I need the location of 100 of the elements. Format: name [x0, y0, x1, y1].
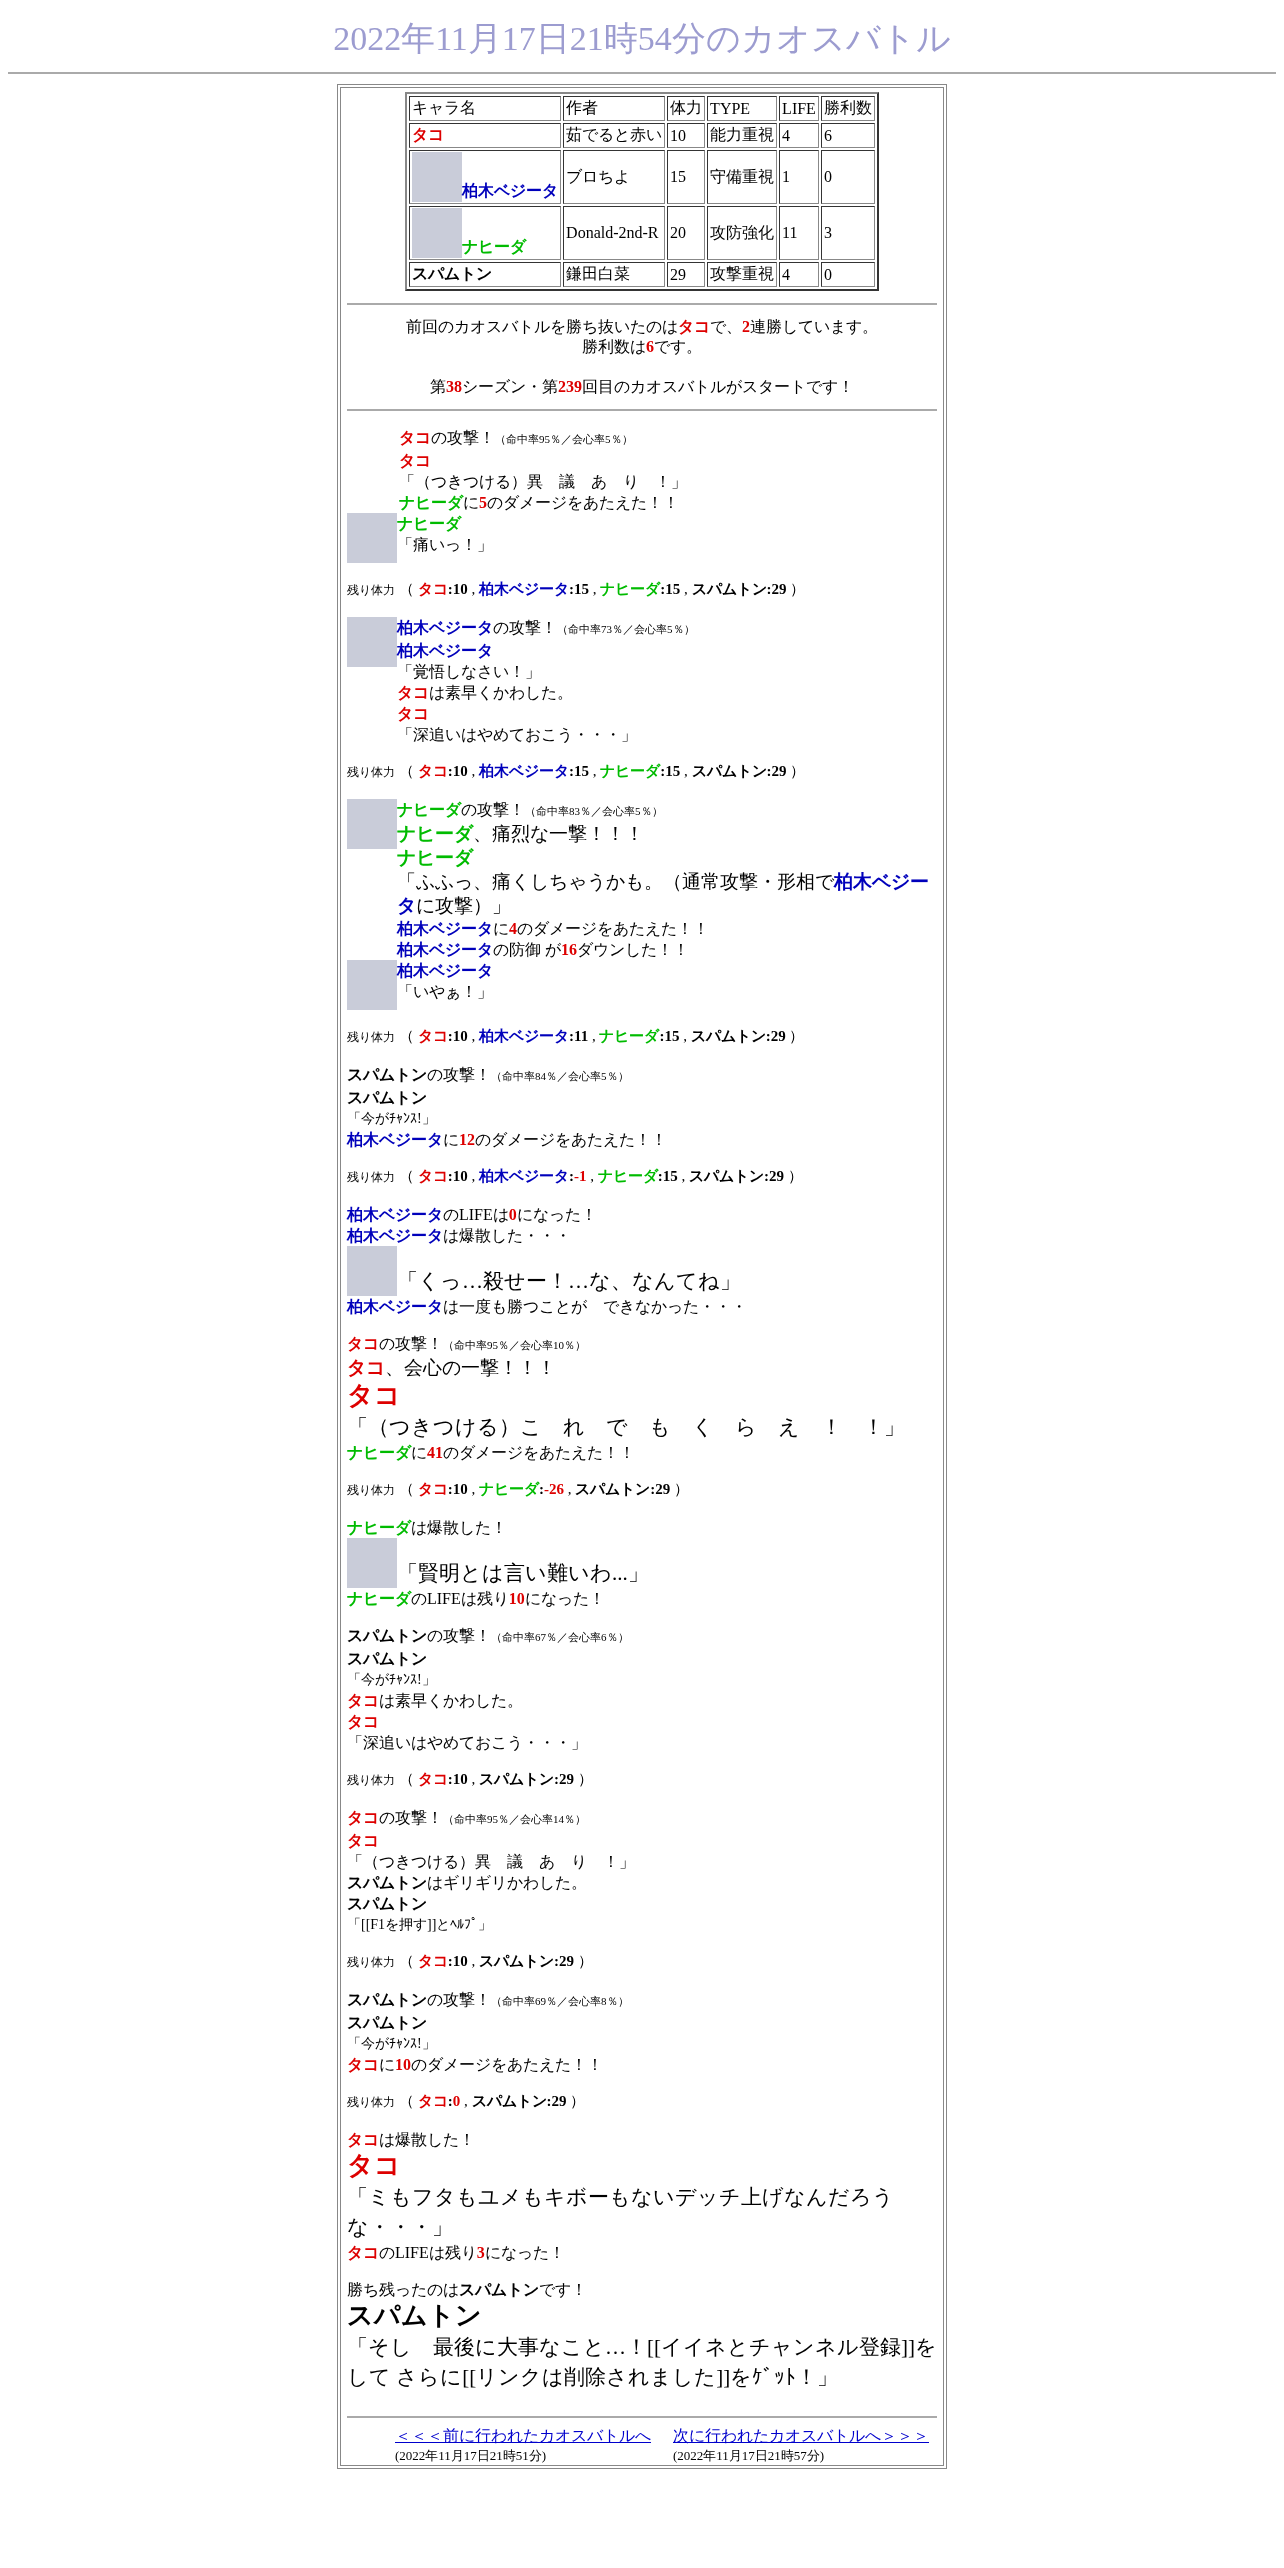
log-line: 「覚悟しなさい！」 [397, 662, 542, 682]
remaining-hp-line: 残り体力 （ タコ:10 , 柏木ベジータ:11 , ナヒーダ:15 , スパムトン:29 ） [347, 1027, 806, 1046]
character-name: スパムトン [412, 264, 493, 284]
log-line: ナヒーダ、痛烈な一撃！！！ [397, 822, 645, 846]
remaining-hp-line: 残り体力 （ タコ:10 , スパムトン:29 ） [347, 1770, 594, 1789]
column-header: 勝利数 [820, 96, 875, 121]
table-cell: 攻撃重視 [707, 262, 778, 287]
log-line: 「痛いっ！」 [397, 535, 494, 555]
log-line: 「ふふっ、痛くしちゃうかも。（通常攻撃・形相で柏木ベジータ に攻撃）」 [397, 870, 930, 918]
speech-line: 「ミもフタもユメもキボーもないデッチ上げなんだろうな・・・」 [347, 2184, 895, 2241]
remaining-hp-line: 残り体力 （ タコ:10 , ナヒーダ:-26 , スパムトン:29 ） [347, 1480, 690, 1499]
avatar-placeholder [347, 960, 397, 1010]
battle-nav-link[interactable]: 次に行われたカオスバトルへ＞＞＞ [673, 2426, 929, 2447]
table-cell: 鎌田白菜 [563, 262, 666, 287]
character-name: ナヒーダ [462, 237, 527, 257]
column-header: LIFE [779, 96, 819, 121]
remaining-hp-line: 残り体力 （ タコ:0 , スパムトン:29 ） [347, 2092, 587, 2111]
log-line: タコ [347, 1712, 380, 1732]
intro-text: 前回のカオスバトルを勝ち抜いたのはタコで、2連勝しています。 [405, 317, 879, 337]
column-header: 体力 [667, 96, 706, 121]
speech-line: 「今がﾁｬﾝｽ!」 [347, 1671, 437, 1689]
log-line: タコは素早くかわした。 [347, 1691, 524, 1711]
log-line: 「深追いはやめておこう・・・」 [397, 725, 638, 745]
log-line: 「（つきつける）異 議 あ り ！」 [347, 1852, 636, 1872]
log-line: ナヒーダの攻撃！（命中率83％／会心率5％） [397, 800, 664, 820]
column-header: 作者 [563, 96, 666, 121]
table-cell: ブロちよ [563, 150, 666, 204]
log-line: 「いやぁ！」 [397, 982, 494, 1002]
intro-text: 第38シーズン・第239回目のカオスバトルがスタートです！ [429, 377, 855, 397]
table-cell: 29 [667, 262, 706, 287]
log-line: タコは素早くかわした。 [397, 683, 574, 703]
log-line: スパムトンの攻撃！（命中率67％／会心率6％） [347, 1626, 630, 1646]
speech-line: 「[[F1を押す]]とﾍﾙﾌﾟ」 [347, 1916, 494, 1934]
table-cell: 11 [779, 206, 819, 260]
speech-line: 「賢明とは言い難いわ...」 [397, 1560, 650, 1587]
table-cell: Donald-2nd-R [563, 206, 666, 260]
log-line: ナヒーダに5のダメージをあたえた！！ [399, 493, 680, 513]
speech-line: 「今がﾁｬﾝｽ!」 [347, 1110, 437, 1128]
column-header: キャラ名 [409, 96, 562, 121]
column-header: TYPE [707, 96, 778, 121]
log-line: タコ [397, 704, 430, 724]
log-line: スパムトン [347, 1088, 428, 1108]
log-line: スパムトン [347, 2013, 428, 2033]
table-cell: 1 [779, 150, 819, 204]
log-line: 柏木ベジータの防御 が16ダウンした！！ [397, 940, 690, 960]
table-cell: 0 [820, 150, 875, 204]
log-line: ナヒーダ [397, 846, 475, 870]
speech-line: 「そし 最後に大事なこと…！[[イイネとチャンネル登録]]をして さらに[[リンクは削除されました]]をｹﾞｯﾄ！」 [347, 2334, 937, 2391]
log-line: 柏木ベジータに12のダメージをあたえた！！ [347, 1130, 668, 1150]
avatar-placeholder [347, 799, 397, 849]
log-line: タコのLIFEは残り 3になった！ [347, 2243, 566, 2263]
remaining-hp-line: 残り体力 （ タコ:10 , スパムトン:29 ） [347, 1952, 594, 1971]
log-line: 柏木ベジータのLIFEは0になった！ [347, 1205, 598, 1225]
remaining-hp-line: 残り体力 （ タコ:10 , 柏木ベジータ:-1 , ナヒーダ:15 , スパムトン:29 ） [347, 1167, 804, 1186]
table-cell: 攻防強化 [707, 206, 778, 260]
intro-text: 勝利数は6です。 [581, 337, 703, 357]
log-line: ナヒーダに41のダメージをあたえた！！ [347, 1443, 636, 1463]
log-line: ナヒーダ [397, 514, 463, 534]
log-line: タコの攻撃！（命中率95％／会心率5％） [399, 428, 634, 448]
log-line: スパムトンの攻撃！（命中率69％／会心率8％） [347, 1990, 630, 2010]
page-title: 2022年11月17日21時54分のカオスバトル [332, 19, 952, 59]
log-line: タコは爆散した！ [347, 2130, 476, 2150]
log-line: 「深追いはやめておこう・・・」 [347, 1733, 588, 1753]
table-cell: 能力重視 [707, 123, 778, 148]
log-line: 勝ち残ったのはスパムトンです！ [347, 2280, 588, 2300]
log-line: 柏木ベジータ [397, 961, 494, 981]
log-line: 柏木ベジータは爆散した・・・ [347, 1226, 572, 1246]
table-cell: 4 [779, 262, 819, 287]
table-cell: 4 [779, 123, 819, 148]
log-line: ナヒーダは爆散した！ [347, 1518, 508, 1538]
log-line: タコの攻撃！（命中率95％／会心率10％） [347, 1334, 587, 1354]
log-line: 柏木ベジータは一度も勝つことが できなかった・・・ [347, 1297, 748, 1317]
table-cell: 20 [667, 206, 706, 260]
table-cell: 6 [820, 123, 875, 148]
speaker-name: スパムトン [347, 2300, 483, 2332]
speech-line: 「（つきつける）こ れ で も く ら え ！ ！」 [347, 1414, 906, 1441]
log-line: タコ [347, 1831, 380, 1851]
table-cell: 3 [820, 206, 875, 260]
speech-line: 「くっ…殺せー！…な、なんてね」 [397, 1268, 742, 1295]
speaker-name: タコ [347, 2150, 402, 2182]
character-name: 柏木ベジータ [462, 181, 559, 201]
log-line: 柏木ベジータ [397, 641, 494, 661]
speaker-name: タコ [347, 1380, 402, 1412]
remaining-hp-line: 残り体力 （ タコ:10 , 柏木ベジータ:15 , ナヒーダ:15 , スパムトン:29 ） [347, 580, 807, 599]
avatar-placeholder [412, 152, 463, 202]
log-line: タコ [399, 451, 432, 471]
log-line: タコ、会心の一撃！！！ [347, 1356, 557, 1380]
battle-nav-link[interactable]: ＜＜＜前に行われたカオスバトルへ [395, 2426, 651, 2447]
avatar-placeholder [347, 513, 397, 563]
table-cell: 10 [667, 123, 706, 148]
log-line: 「（つきつける）異 議 あ り ！」 [399, 472, 688, 492]
log-line: 柏木ベジータの攻撃！（命中率73％／会心率5％） [397, 618, 696, 638]
log-line: スパムトンの攻撃！（命中率84％／会心率5％） [347, 1065, 630, 1085]
avatar-placeholder [347, 1246, 397, 1296]
log-line: スパムトン [347, 1649, 428, 1669]
battle-date: (2022年11月17日21時57分) [673, 2447, 826, 2465]
character-name: タコ [412, 125, 445, 145]
log-line: スパムトン [347, 1894, 428, 1914]
speech-line: 「今がﾁｬﾝｽ!」 [347, 2035, 437, 2053]
log-line: スパムトンはギリギリかわした。 [347, 1873, 588, 1893]
